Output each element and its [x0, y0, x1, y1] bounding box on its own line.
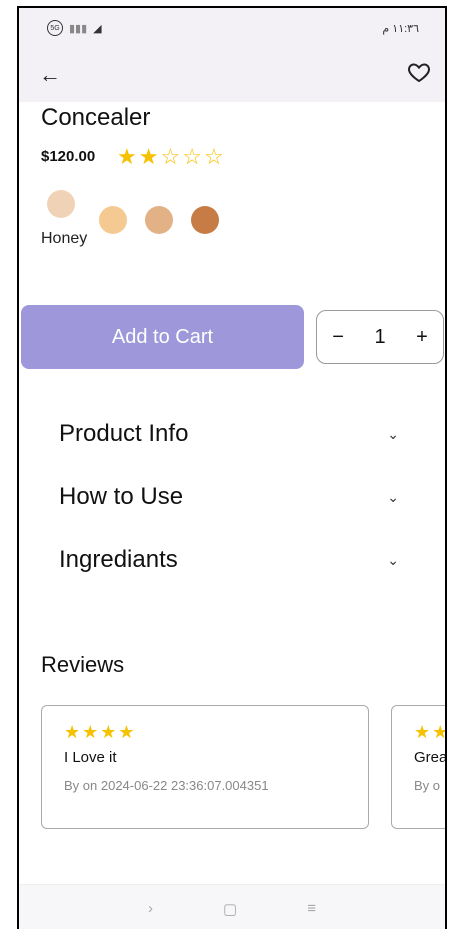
section-label: Ingrediants: [59, 546, 178, 573]
review-text: I Love it: [64, 749, 117, 766]
status-bar: 5G ▮▮▮ ◢ ١١:٣٦ م: [19, 8, 445, 52]
review-card[interactable]: ★★ Grea By o: [391, 705, 447, 829]
star-outline-icon: ☆: [182, 144, 202, 169]
signal-icon: ▮▮▮: [69, 22, 88, 35]
reviews-heading: Reviews: [41, 652, 125, 677]
chevron-down-icon: ⌄: [387, 425, 399, 442]
5g-icon: 5G: [47, 20, 63, 36]
review-card[interactable]: ★★★★ I Love it By on 2024-06-22 23:36:07…: [41, 705, 369, 829]
heart-icon[interactable]: [407, 60, 431, 84]
shade-swatch[interactable]: [145, 206, 173, 234]
review-stars: ★★: [414, 722, 447, 742]
shade-swatch[interactable]: [99, 206, 127, 234]
star-outline-icon: ☆: [160, 144, 181, 169]
star-icon: ★: [117, 144, 137, 169]
app-bar: ←: [19, 52, 445, 102]
product-title: Concealer: [41, 104, 151, 131]
status-icons: 5G ▮▮▮ ◢: [47, 20, 102, 36]
review-meta: By on 2024-06-22 23:36:07.004351: [64, 778, 269, 793]
back-arrow-icon[interactable]: ←: [39, 62, 61, 88]
product-price: $120.00: [41, 148, 96, 165]
selected-shade-label: Honey: [41, 230, 88, 247]
review-meta: By o: [414, 778, 441, 793]
shade-swatch-selected[interactable]: [47, 190, 75, 218]
quantity-value: 1: [374, 325, 386, 348]
add-to-cart-button[interactable]: Add to Cart: [21, 305, 304, 369]
nav-menu-icon[interactable]: ≡: [307, 900, 316, 917]
star-icon: ★: [138, 144, 159, 169]
status-time: ١١:٣٦ م: [382, 23, 419, 35]
chevron-down-icon: ⌄: [387, 488, 399, 505]
review-text: Grea: [414, 749, 447, 766]
section-ingredients[interactable]: Ingrediants ⌄: [59, 540, 399, 580]
section-label: Product Info: [59, 420, 189, 447]
increment-button[interactable]: +: [416, 326, 428, 349]
shade-swatch[interactable]: [191, 206, 219, 234]
quantity-stepper: − 1 +: [316, 310, 444, 364]
section-product-info[interactable]: Product Info ⌄: [59, 414, 399, 454]
section-label: How to Use: [59, 483, 184, 510]
review-stars: ★★★★: [64, 722, 137, 742]
nav-home-icon[interactable]: ▢: [223, 900, 237, 918]
rating-stars: ★ ★ ☆ ☆ ☆: [117, 144, 224, 170]
decrement-button[interactable]: −: [332, 326, 344, 349]
wifi-icon: ◢: [93, 22, 102, 35]
section-how-to-use[interactable]: How to Use ⌄: [59, 477, 399, 517]
phone-screen: 5G ▮▮▮ ◢ ١١:٣٦ م ← Concealer $120.00 ★ ★…: [17, 6, 447, 929]
nav-back-icon[interactable]: ›: [148, 900, 153, 917]
chevron-down-icon: ⌄: [387, 551, 399, 568]
star-outline-icon: ☆: [203, 144, 224, 169]
system-nav-bar: › ▢ ≡: [19, 884, 445, 929]
